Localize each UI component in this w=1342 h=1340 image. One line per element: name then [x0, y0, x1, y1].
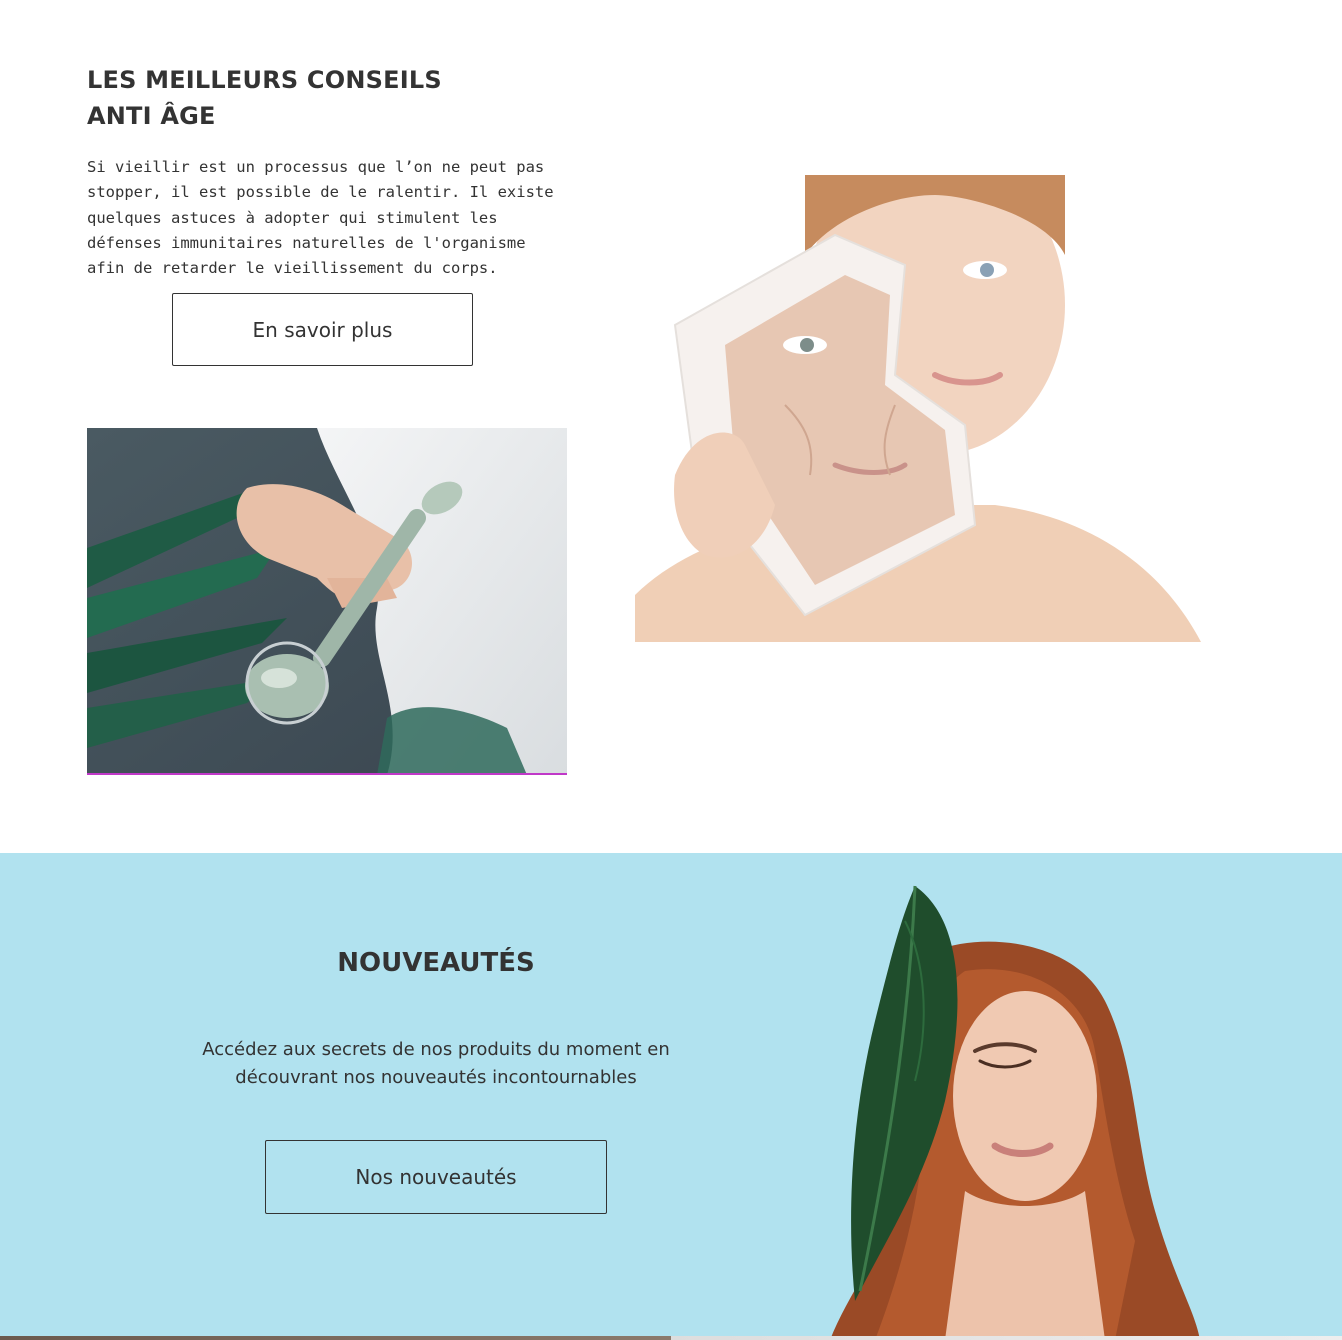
learn-more-button[interactable]: En savoir plus	[172, 293, 473, 366]
anti-age-title-line1: LES MEILLEURS CONSEILS	[87, 66, 442, 94]
nouveautes-title: NOUVEAUTÉS	[337, 948, 535, 978]
anti-age-section: LES MEILLEURS CONSEILS ANTI ÂGE Si vieil…	[0, 0, 1342, 853]
woman-leaf-image	[815, 881, 1205, 1340]
nouveautes-text: Accédez aux secrets de nos produits du m…	[202, 1039, 670, 1088]
anti-age-title-line2: ANTI ÂGE	[87, 102, 216, 130]
nouveautes-section: NOUVEAUTÉS Accédez aux secrets de nos pr…	[0, 853, 1342, 1340]
anti-age-title: LES MEILLEURS CONSEILS ANTI ÂGE	[87, 62, 587, 134]
aging-face-image	[635, 175, 1201, 642]
new-products-button[interactable]: Nos nouveautés	[265, 1140, 607, 1214]
jade-roller-image	[87, 428, 567, 775]
next-section-edge	[0, 1336, 1342, 1340]
anti-age-text: Si vieillir est un processus que l’on ne…	[87, 158, 554, 278]
